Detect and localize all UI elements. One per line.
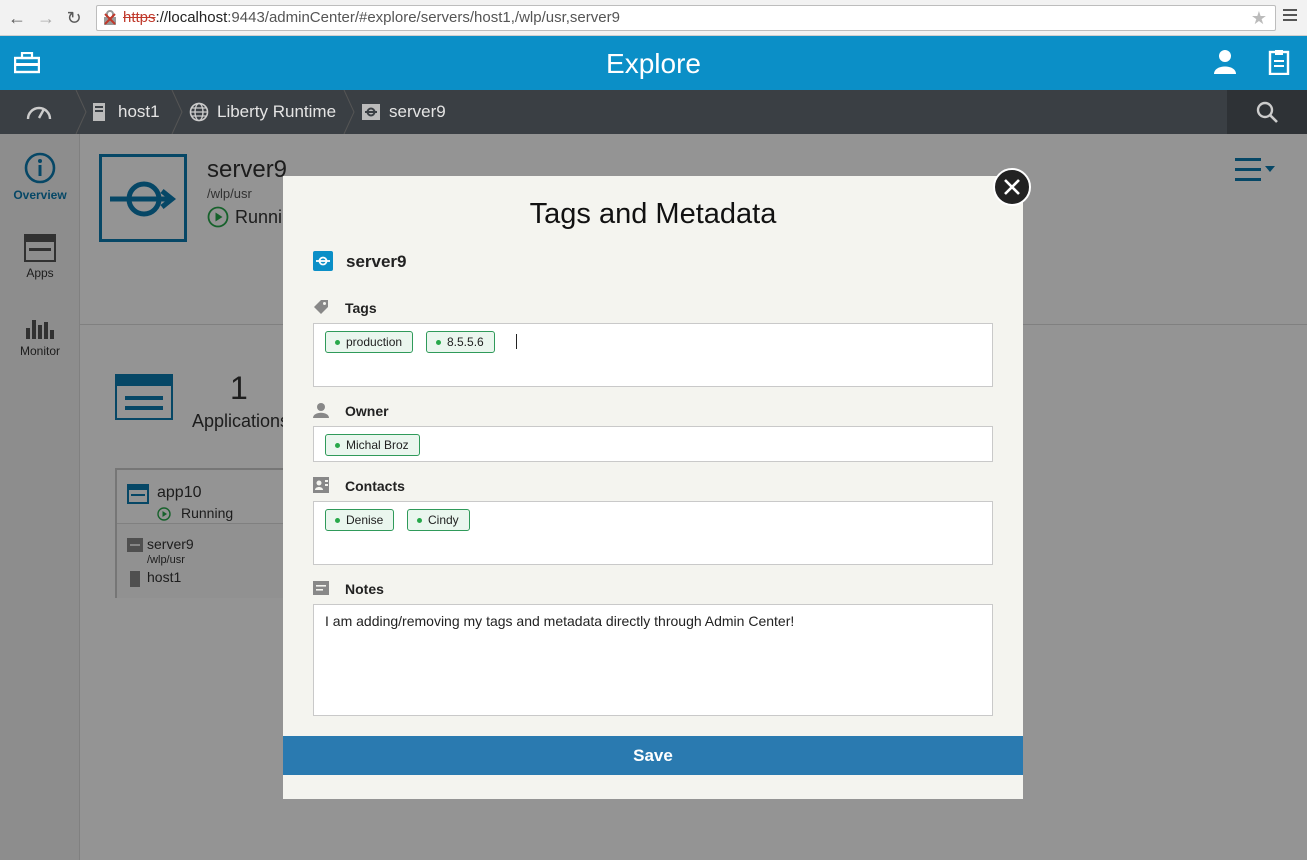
url-scheme: https [123,9,156,26]
browser-menu-icon[interactable] [1283,9,1297,24]
notes-text: I am adding/removing my tags and metadat… [325,613,795,629]
browser-toolbar: ← → ↻ https://localhost:9443/adminCenter… [0,0,1307,36]
header-backdrop [0,36,1307,134]
owner-label: Owner [345,403,389,419]
back-arrow-icon[interactable]: ← [7,8,27,28]
tag-icon [314,300,328,314]
owner-chip-label: Michal Broz [346,438,409,452]
address-bar[interactable]: https://localhost:9443/adminCenter/#expl… [96,5,1276,31]
tags-label: Tags [345,300,377,316]
tags-metadata-dialog: Tags and Metadata server9 Tags productio… [283,176,1023,799]
close-icon [1004,179,1020,195]
person-icon [313,403,329,418]
bookmark-star-icon[interactable]: ★ [1251,6,1267,30]
notes-icon [313,581,329,595]
owner-input[interactable]: Michal Broz [313,426,993,462]
tag-chip[interactable]: 8.5.5.6 [426,331,495,353]
tag-chip[interactable]: production [325,331,414,353]
contacts-label: Contacts [345,478,405,494]
insecure-lock-icon [104,10,116,25]
tags-input[interactable]: production 8.5.5.6 [313,323,993,387]
contact-chip-label: Denise [346,513,384,527]
url-path: :9443/adminCenter/#explore/servers/host1… [227,9,620,26]
contact-chip[interactable]: Denise [325,509,395,531]
contacts-icon [313,477,329,493]
text-caret [516,334,517,349]
tag-chip-label: 8.5.5.6 [447,335,484,349]
url-host: ://localhost [155,9,228,26]
contacts-input[interactable]: Denise Cindy [313,501,993,565]
contact-chip-label: Cindy [428,513,459,527]
notes-label: Notes [345,581,384,597]
notes-textarea[interactable]: I am adding/removing my tags and metadat… [313,604,993,716]
dialog-server-name: server9 [346,252,407,271]
close-button[interactable] [993,168,1031,206]
save-button[interactable]: Save [283,736,1023,775]
owner-chip[interactable]: Michal Broz [325,434,420,456]
contact-chip[interactable]: Cindy [407,509,470,531]
server-link-icon [313,251,333,271]
forward-arrow-icon[interactable]: → [36,8,56,28]
dialog-title: Tags and Metadata [529,198,777,230]
reload-icon[interactable]: ↻ [64,8,84,28]
tag-chip-label: production [346,335,403,349]
